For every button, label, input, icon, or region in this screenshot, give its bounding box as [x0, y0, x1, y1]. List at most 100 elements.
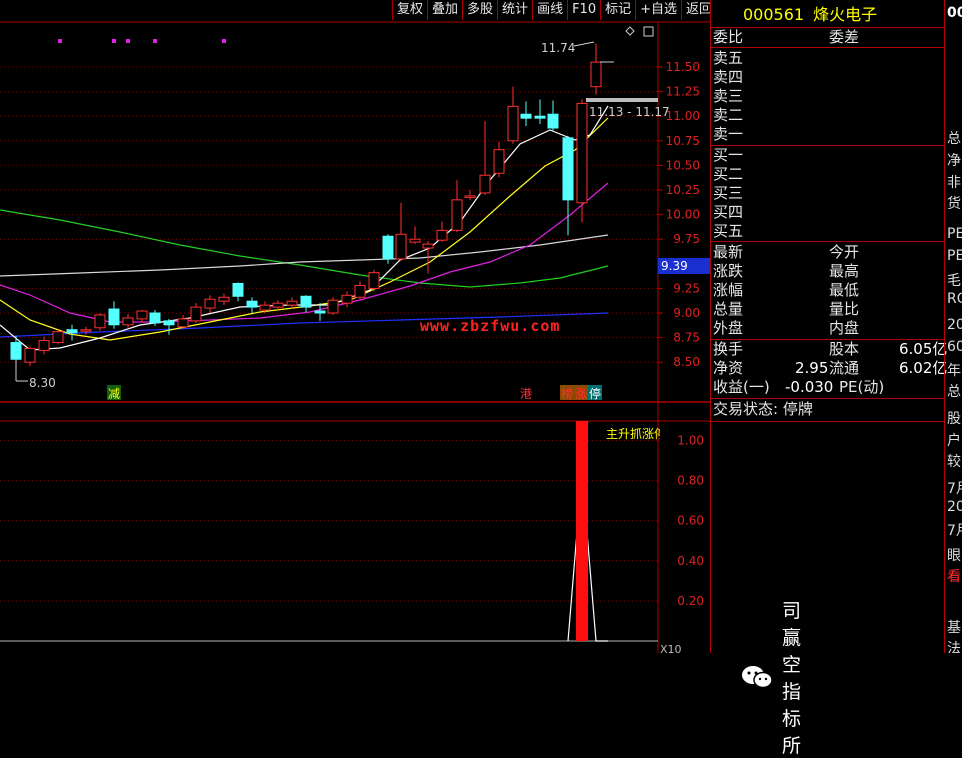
side-info-text: 法: [947, 641, 961, 653]
toolbar-button-6[interactable]: 标记: [600, 0, 635, 20]
toolbar-button-0[interactable]: 复权: [392, 0, 427, 20]
indicator-title: 主升抓涨停: [606, 427, 660, 441]
divider: [711, 145, 945, 146]
candle-body-down: [149, 312, 161, 324]
candle-body-up: [94, 314, 106, 329]
price-tick-label: 10.25: [666, 183, 700, 197]
sell-level-label: 卖三: [713, 87, 744, 105]
side-info-text: 7月: [947, 523, 962, 539]
buy-level-label: 买一: [713, 146, 744, 164]
buy-level-label: 买三: [713, 184, 744, 202]
candle-body-up: [190, 306, 202, 322]
candle-body-up: [395, 233, 407, 260]
low-price-label: 8.30: [29, 376, 56, 390]
stat-label-right: 最低: [829, 281, 860, 299]
candle-body-up: [272, 302, 284, 308]
side-info-text: 总: [947, 131, 961, 147]
event-marker: 减: [108, 387, 120, 401]
candle-body-up: [177, 318, 189, 328]
side-info-text: 年: [947, 363, 961, 379]
shouyi-label: 收益(一): [713, 378, 770, 396]
stat-label-right: 内盘: [829, 319, 860, 337]
sell-level-label: 卖二: [713, 106, 744, 124]
window-toggle-icon: [643, 26, 654, 37]
candle-body-up: [80, 329, 92, 332]
quote-panel: 000561 烽火电子 委比 委差 卖五 卖四 卖三 卖二 卖一 买一 买二 买三 买四 买五 …: [710, 0, 948, 653]
pe-label: PE(动): [839, 378, 885, 396]
kline-chart-area[interactable]: 11.50 11.25 11.00 10.75 10.50 10.25 10.00 9.75 9…: [0, 0, 801, 757]
price-tick-label: 10.75: [666, 134, 700, 148]
candle-body-up: [590, 61, 602, 88]
event-marker: 榜: [561, 386, 573, 401]
toolbar-button-5[interactable]: F10: [567, 0, 600, 20]
candle-body-down: [534, 115, 546, 119]
price-tick-label: 11.00: [666, 109, 700, 123]
side-info-text: 股: [947, 411, 961, 427]
price-tick-label: 9.75: [673, 232, 700, 246]
price-tick-label: 10.50: [666, 158, 700, 172]
candle-body-up: [422, 243, 434, 249]
trade-status: 交易状态: 停牌: [713, 400, 813, 418]
candle-body-down: [520, 113, 532, 119]
event-marker: 涨: [575, 386, 587, 401]
signal-dot: [58, 39, 62, 43]
stat-label-left: 总量: [713, 300, 744, 318]
side-info-text: 毛: [947, 273, 961, 289]
stat-label-left: 最新: [713, 243, 744, 261]
event-marker: 港: [520, 387, 532, 401]
price-tick-label: 8.75: [673, 331, 700, 345]
side-info-text: PE: [947, 248, 962, 264]
toolbar-button-2[interactable]: 多股: [462, 0, 497, 20]
side-info-text: 总: [947, 384, 961, 400]
candle-body-up: [122, 317, 134, 326]
candle-body-up: [38, 340, 50, 351]
indicator-corner-label: X10: [660, 643, 682, 653]
stock-name: 烽火电子: [813, 5, 878, 24]
candle-body-up: [354, 284, 366, 298]
candle-body-up: [368, 272, 380, 289]
candle-body-up: [507, 105, 519, 142]
kline-chart-svg[interactable]: 11.50 11.25 11.00 10.75 10.50 10.25 10.00 9.75 9…: [0, 0, 710, 653]
sell-level-label: 卖一: [713, 125, 744, 143]
side-info-text: 净: [947, 153, 961, 169]
range-label: 11.13 - 11.17: [589, 105, 670, 119]
candle-body-down: [562, 137, 574, 201]
guben-value: 6.05亿: [899, 340, 948, 358]
candle-body-down: [232, 282, 244, 297]
stat-label-left: 涨幅: [713, 281, 744, 299]
guben-label: 股本: [829, 340, 860, 358]
high-price-label: 11.74: [541, 41, 575, 55]
price-tick-label: 9.00: [673, 306, 700, 320]
signal-dot: [112, 39, 116, 43]
candle-body-up: [436, 229, 448, 241]
side-info-text: 00: [947, 5, 962, 21]
side-info-text: 60: [947, 339, 962, 355]
candle-body-up: [286, 300, 298, 306]
side-info-text: 基: [947, 620, 961, 636]
indicator-bar: [576, 421, 588, 641]
shouyi-value: -0.030: [785, 378, 834, 396]
toolbar-button-4[interactable]: 画线: [532, 0, 567, 20]
candle-body-up: [464, 195, 476, 198]
candle-body-down: [66, 329, 78, 334]
stat-label-right: 量比: [829, 300, 860, 318]
stock-title[interactable]: 000561 烽火电子: [743, 5, 877, 24]
candle-body-up: [576, 102, 588, 204]
signal-dot: [126, 39, 130, 43]
toolbar-button-7[interactable]: +自选: [635, 0, 681, 20]
divider: [711, 27, 945, 28]
candle-body-down: [10, 342, 22, 360]
side-info-text: 20: [947, 317, 962, 333]
price-tick-label: 9.25: [673, 281, 700, 295]
side-info-text: PE: [947, 226, 962, 242]
price-tick-label: 8.50: [673, 355, 700, 369]
candle-body-down: [382, 235, 394, 260]
candle-body-up: [409, 238, 421, 243]
buy-level-label: 买四: [713, 203, 744, 221]
current-price-box: 9.39: [658, 258, 710, 274]
stat-label-left: 外盘: [713, 319, 744, 337]
toolbar-button-1[interactable]: 叠加: [427, 0, 462, 20]
toolbar-button-3[interactable]: 统计: [497, 0, 532, 20]
side-info-text: 看: [947, 569, 961, 585]
ma-line-white: [0, 234, 609, 277]
